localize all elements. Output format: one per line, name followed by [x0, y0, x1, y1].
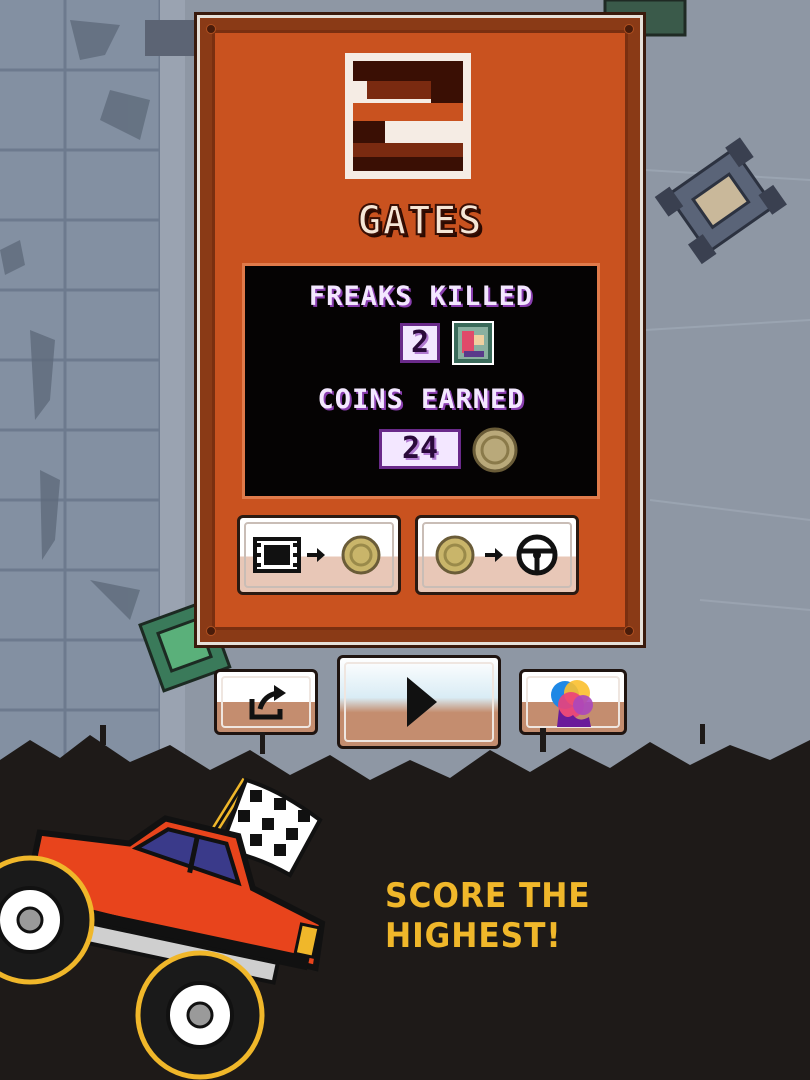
coins-for-wheel-button[interactable] [415, 515, 579, 595]
freaks-killed-value: 2 [400, 323, 440, 363]
rivet-icon [624, 626, 634, 636]
truck-wheel [135, 950, 265, 1080]
steering-wheel-icon [516, 534, 558, 576]
results-panel: 2 GATES FREAKS KILLED 2 COINS EARNED 24 [197, 15, 643, 645]
coin-to-steering-wheel-icon [435, 534, 558, 576]
monster-truck-illustration [0, 777, 326, 1080]
freak-icon [452, 321, 494, 365]
video-to-coin-icon [253, 535, 381, 575]
promo-tagline: SCORE THE HIGHEST! [385, 876, 591, 956]
stats-box: FREAKS KILLED 2 COINS EARNED 24 [242, 263, 600, 499]
rivet-icon [624, 24, 634, 34]
film-icon [253, 537, 301, 573]
coin-icon [472, 427, 518, 473]
coins-earned-value: 24 [379, 429, 461, 469]
gates-count: 2 [345, 53, 471, 179]
rivet-icon [206, 24, 216, 34]
freaks-killed-label: FREAKS KILLED [308, 281, 534, 312]
arrow-right-icon [307, 548, 325, 562]
arrow-right-icon [485, 548, 503, 562]
video-for-coins-button[interactable] [237, 515, 401, 595]
coins-earned-label: COINS EARNED [317, 384, 525, 415]
gates-label: GATES [356, 197, 483, 245]
rivet-icon [206, 626, 216, 636]
gates-count-digit [345, 53, 471, 179]
